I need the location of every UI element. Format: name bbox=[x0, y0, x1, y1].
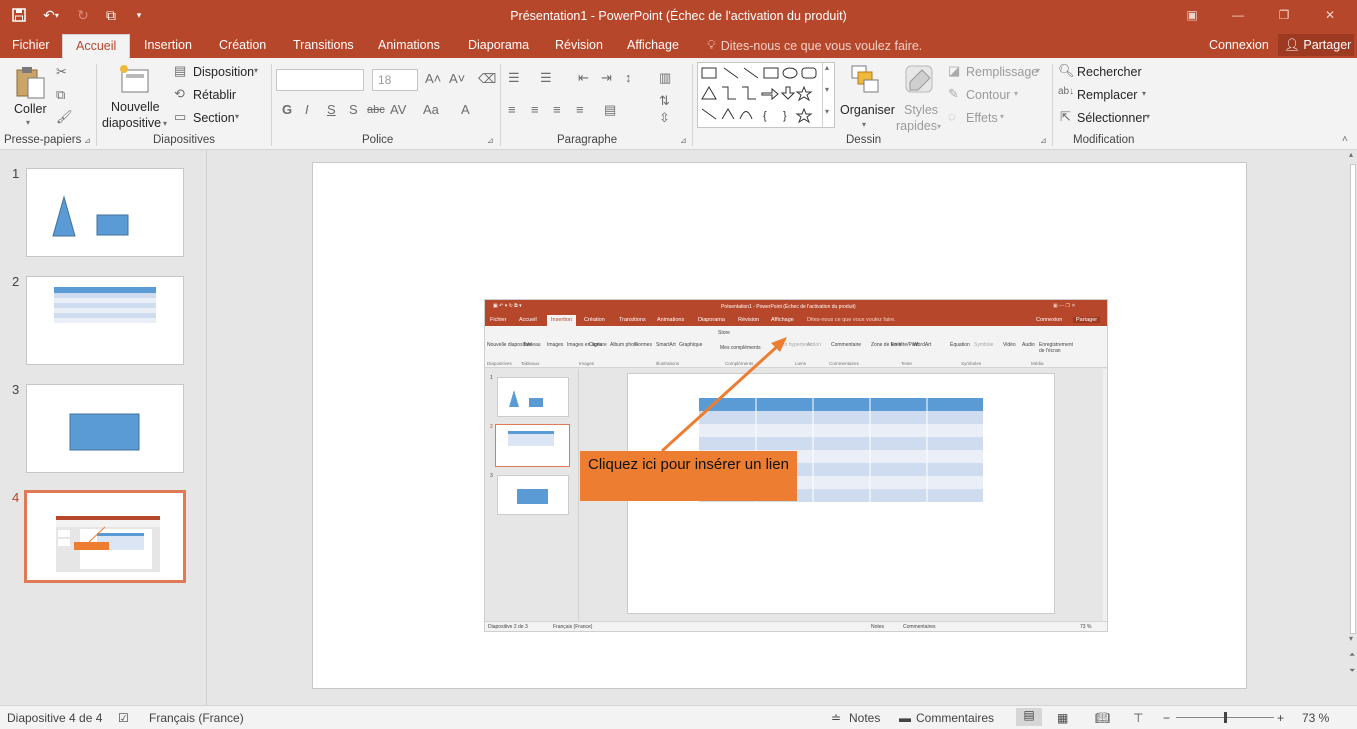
slide-counter: Diapositive 4 de 4 bbox=[7, 711, 103, 725]
zoom-in-icon[interactable]: + bbox=[1277, 711, 1284, 725]
normal-view-icon[interactable]: ▤ bbox=[1016, 708, 1042, 726]
comments-label: Commentaires bbox=[916, 711, 995, 725]
language-status[interactable]: Français (France) bbox=[149, 711, 244, 725]
scroll-down-icon[interactable]: ▾ bbox=[1349, 634, 1353, 643]
previous-slide-icon[interactable]: ⏶ bbox=[1349, 650, 1355, 660]
comments-icon: ▬ bbox=[899, 711, 911, 725]
zoom-out-icon[interactable]: − bbox=[1163, 711, 1170, 725]
comments-button[interactable]: ▬ Commentaires bbox=[899, 711, 999, 727]
zoom-slider-thumb[interactable] bbox=[1223, 712, 1227, 723]
slide-sorter-icon[interactable]: ▦ bbox=[1057, 711, 1068, 725]
slideshow-icon[interactable]: ⊤ bbox=[1133, 711, 1143, 725]
spelling-icon[interactable]: ☑ bbox=[118, 711, 129, 725]
callout-arrow bbox=[660, 337, 787, 453]
notes-label: Notes bbox=[849, 711, 881, 725]
status-bar: Diapositive 4 de 4 ☑ Français (France) ≐… bbox=[0, 705, 1357, 729]
zoom-slider[interactable] bbox=[1176, 712, 1274, 723]
next-slide-icon[interactable]: ⏷ bbox=[1349, 666, 1355, 676]
vertical-scrollbar[interactable]: ▴ ▾ ⏶ ⏷ bbox=[1349, 150, 1357, 705]
scroll-up-icon[interactable]: ▴ bbox=[1349, 150, 1353, 159]
notes-button[interactable]: ≐ Notes bbox=[831, 711, 891, 727]
scroll-thumb[interactable] bbox=[1350, 164, 1356, 634]
reading-view-icon[interactable]: 📖︎ bbox=[1095, 711, 1110, 725]
callout-box[interactable]: Cliquez ici pour insérer un lien bbox=[580, 451, 797, 501]
zoom-level[interactable]: 73 % bbox=[1302, 711, 1329, 725]
notes-icon: ≐ bbox=[831, 711, 842, 725]
